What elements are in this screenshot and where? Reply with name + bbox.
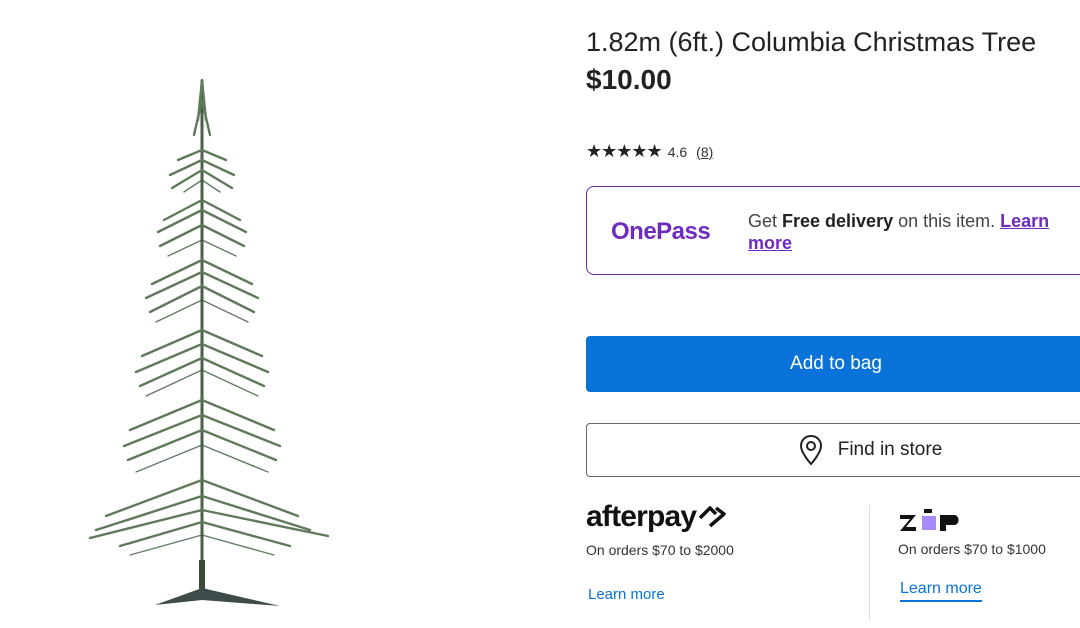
onepass-logo: OnePass	[611, 218, 711, 245]
product-price: $10.00	[586, 64, 672, 95]
afterpay-note: On orders $70 to $2000	[586, 542, 734, 558]
onepass-free-delivery: Free delivery	[782, 211, 894, 231]
product-rating: ★★★★★ 4.6 (8)	[586, 141, 713, 162]
review-count-link[interactable]: (8)	[696, 144, 713, 160]
zip-logo	[898, 505, 1046, 535]
zip-note: On orders $70 to $1000	[898, 541, 1046, 557]
rating-stars-icon: ★★★★★	[586, 141, 663, 161]
afterpay-logo-text: afterpay	[586, 500, 697, 533]
christmas-tree-image[interactable]	[60, 60, 360, 620]
onepass-message: Get Free delivery on this item. Learn mo…	[748, 210, 1080, 254]
onepass-text-before: Get	[748, 211, 783, 231]
zip-learn-more-link[interactable]: Learn more	[900, 580, 982, 602]
afterpay-arrows-icon	[699, 506, 727, 528]
afterpay-logo: afterpay	[586, 500, 734, 534]
onepass-banner: OnePass Get Free delivery on this item. …	[586, 186, 1080, 275]
product-title: 1.82m (6ft.) Columbia Christmas Tree	[586, 27, 1037, 57]
product-info-panel: 1.82m (6ft.) Columbia Christmas Tree $10…	[586, 0, 1080, 628]
onepass-text-after: on this item.	[893, 211, 1001, 231]
rating-value: 4.6	[667, 143, 688, 160]
zip-logo-mark-icon	[900, 509, 959, 531]
payment-divider	[869, 505, 870, 620]
find-in-store-label: Find in store	[837, 439, 943, 460]
find-in-store-button[interactable]: Find in store	[586, 423, 1080, 477]
location-pin-icon	[799, 434, 822, 466]
add-to-bag-button[interactable]: Add to bag	[586, 336, 1080, 392]
afterpay-learn-more-link[interactable]: Learn more	[588, 586, 665, 603]
zip-section: On orders $70 to $1000 Learn more	[898, 505, 1046, 602]
product-image-area	[0, 0, 560, 628]
afterpay-section: afterpay On orders $70 to $2000 Learn mo…	[586, 500, 734, 603]
